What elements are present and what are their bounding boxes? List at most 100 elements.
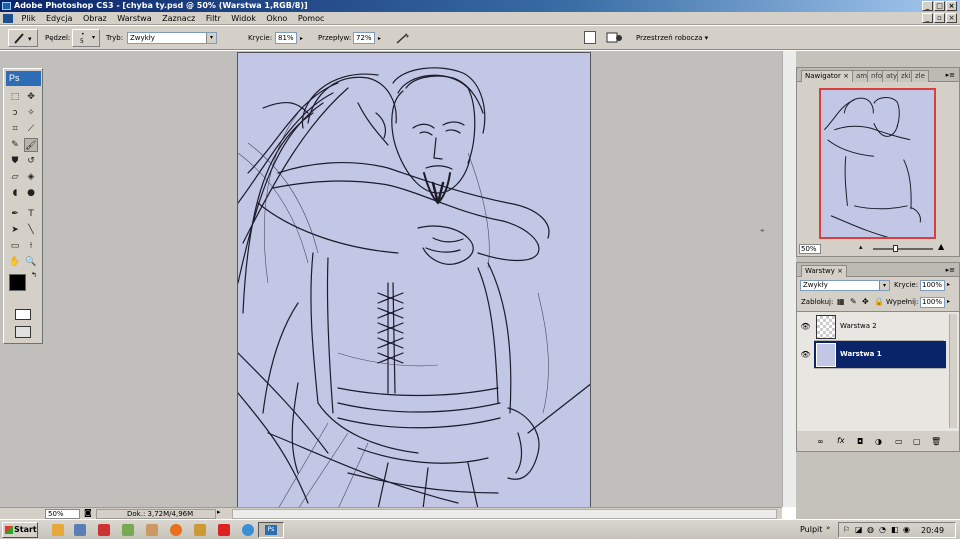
minimize-button[interactable]: _: [922, 1, 933, 11]
vertical-scrollbar[interactable]: [782, 51, 796, 507]
doc-restore-button[interactable]: ▫: [934, 13, 945, 23]
document-canvas[interactable]: [237, 52, 591, 508]
status-menu-icon[interactable]: ◙: [84, 508, 92, 517]
tab-layers[interactable]: Warstwy ×: [801, 265, 847, 277]
doc-minimize-button[interactable]: _: [922, 13, 933, 23]
workspace-menu[interactable]: Przestrzeń robocza ▾: [636, 33, 708, 43]
opacity-field[interactable]: 81%: [275, 32, 297, 44]
tray-icon-b[interactable]: ◪: [855, 525, 863, 534]
zoom-slider-thumb[interactable]: [893, 245, 898, 252]
tray-icon-a[interactable]: ⚐: [843, 525, 850, 534]
brush-picker[interactable]: • 5 ▾: [72, 29, 100, 47]
notes-tool-icon[interactable]: ▭: [8, 239, 22, 253]
navigator-preview[interactable]: [819, 88, 936, 239]
flow-field[interactable]: 72%: [353, 32, 375, 44]
new-layer-icon[interactable]: ▢: [913, 437, 921, 446]
blur-tool-icon[interactable]: ◖: [8, 186, 22, 200]
adjustment-layer-icon[interactable]: ◑: [875, 437, 882, 446]
lock-all-icon[interactable]: 🔒: [874, 297, 884, 306]
eyedropper-icon[interactable]: ⟊: [24, 239, 38, 253]
lasso-tool-icon[interactable]: ↄ: [8, 106, 22, 120]
clone-stamp-icon[interactable]: ⛊: [8, 154, 22, 168]
firefox-icon[interactable]: [170, 524, 182, 536]
line-tool-icon[interactable]: ╲: [24, 223, 38, 237]
lock-position-icon[interactable]: ✥: [862, 297, 869, 306]
layer-opacity-field[interactable]: 100%: [920, 280, 945, 291]
toolbar-expand-icon[interactable]: »: [826, 524, 830, 532]
lock-transparency-icon[interactable]: ▦: [837, 297, 845, 306]
marquee-tool-icon[interactable]: ⬚: [8, 90, 22, 104]
palette-well-icon[interactable]: [584, 31, 596, 44]
history-brush-icon[interactable]: ↺: [24, 154, 38, 168]
status-arrow-icon[interactable]: ▸: [217, 508, 221, 516]
path-select-icon[interactable]: ➤: [8, 223, 22, 237]
airbrush-icon[interactable]: [395, 31, 411, 45]
game-icon[interactable]: [98, 524, 110, 536]
mode-select[interactable]: Zwykły ▾: [127, 32, 217, 44]
acrobat-icon[interactable]: [218, 524, 230, 536]
tray-icon-c[interactable]: ◧: [891, 525, 899, 534]
swap-colors-icon[interactable]: ↰: [31, 271, 37, 279]
layer-mask-icon[interactable]: ◘: [857, 437, 863, 446]
menu-zaznacz[interactable]: Zaznacz: [158, 12, 199, 25]
panel-menu-icon[interactable]: ▸≡: [946, 71, 955, 79]
fill-field[interactable]: 100%: [920, 297, 945, 308]
tab-palette-c[interactable]: zle: [911, 70, 929, 82]
zoom-field[interactable]: 50%: [45, 509, 80, 519]
taskbar-photoshop-button[interactable]: Ps: [258, 522, 284, 538]
app-icon-green[interactable]: [122, 524, 134, 536]
layer-style-icon[interactable]: fx: [837, 436, 845, 445]
explorer-icon[interactable]: [52, 524, 64, 536]
menu-edycja[interactable]: Edycja: [42, 12, 76, 25]
foreground-color-swatch[interactable]: [9, 274, 26, 291]
magic-wand-icon[interactable]: ✧: [24, 106, 38, 120]
doc-close-button[interactable]: ×: [946, 13, 957, 23]
network-icon[interactable]: ◍: [867, 525, 874, 534]
start-button[interactable]: Start: [2, 522, 38, 538]
slice-tool-icon[interactable]: ⟋: [24, 122, 38, 136]
app-icon-orange[interactable]: [194, 524, 206, 536]
quick-mask-icon[interactable]: [15, 309, 31, 320]
zoom-out-icon[interactable]: ▴: [859, 243, 863, 251]
menu-pomoc[interactable]: Pomoc: [294, 12, 329, 25]
menu-obraz[interactable]: Obraz: [79, 12, 111, 25]
hand-tool-icon[interactable]: ✋: [8, 255, 22, 269]
browser-icon[interactable]: [242, 524, 254, 536]
layers-menu-icon[interactable]: ▸≡: [946, 266, 955, 274]
zoom-tool-icon[interactable]: 🔍: [24, 255, 38, 269]
menu-widok[interactable]: Widok: [227, 12, 260, 25]
tray-icon-d[interactable]: ◉: [903, 525, 910, 534]
paint-bucket-icon[interactable]: ◈: [24, 170, 38, 184]
delete-layer-icon[interactable]: 🗑: [931, 437, 941, 446]
visibility-eye-icon[interactable]: 👁: [800, 322, 811, 332]
zoom-in-icon[interactable]: ▲: [938, 242, 944, 251]
dodge-tool-icon[interactable]: ●: [24, 186, 38, 200]
file-browser-icon[interactable]: [606, 31, 624, 44]
eraser-icon[interactable]: ▱: [8, 170, 22, 184]
layer-opacity-arrow-icon[interactable]: ▸: [947, 281, 950, 288]
layer-row-warstwa-2[interactable]: Warstwa 2: [814, 313, 944, 341]
quicklaunch-icon[interactable]: [74, 524, 86, 536]
navigator-zoom-field[interactable]: 50%: [799, 244, 821, 254]
volume-icon[interactable]: ◔: [879, 525, 886, 534]
link-layers-icon[interactable]: ∞: [817, 437, 824, 446]
lock-pixels-icon[interactable]: ✎: [850, 297, 857, 306]
horizontal-scrollbar[interactable]: [232, 509, 777, 519]
screen-mode-icon[interactable]: [15, 326, 31, 338]
flow-arrow-icon[interactable]: ▸: [378, 35, 381, 42]
type-tool-icon[interactable]: T: [24, 207, 38, 221]
zoom-slider[interactable]: [873, 248, 933, 250]
crop-tool-icon[interactable]: ⌗: [8, 122, 22, 136]
new-group-icon[interactable]: ▭: [895, 437, 903, 446]
menu-okno[interactable]: Okno: [262, 12, 291, 25]
layer-row-warstwa-1[interactable]: Warstwa 1: [814, 341, 946, 369]
healing-brush-icon[interactable]: ✎: [8, 138, 22, 152]
menu-filtr[interactable]: Filtr: [202, 12, 225, 25]
close-button[interactable]: ×: [946, 1, 957, 11]
menu-plik[interactable]: Plik: [18, 12, 40, 25]
move-tool-icon[interactable]: ✥: [24, 90, 38, 104]
tool-preset-picker[interactable]: ▾: [8, 29, 38, 47]
maximize-button[interactable]: □: [934, 1, 945, 11]
menu-warstwa[interactable]: Warstwa: [113, 12, 155, 25]
layers-scrollbar[interactable]: [949, 314, 957, 428]
